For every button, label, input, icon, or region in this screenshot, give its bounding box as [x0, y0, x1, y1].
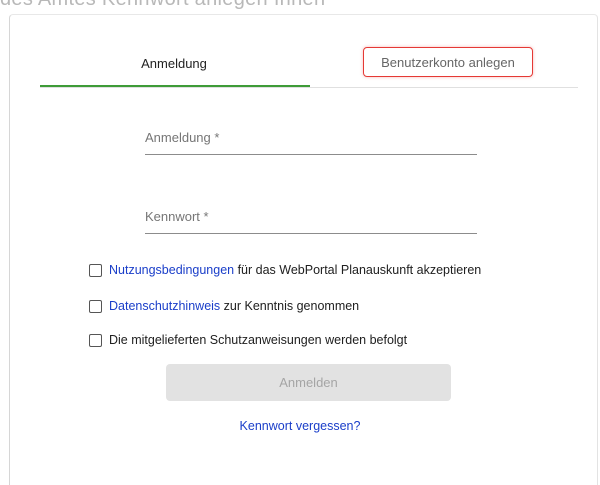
password-input[interactable]: [145, 204, 481, 232]
terms-link[interactable]: Nutzungsbedingungen: [109, 263, 234, 277]
cropped-header-text: des Amtes Kennwort anlegen Ihnen: [0, 0, 600, 11]
tab-create-account[interactable]: Benutzerkonto anlegen: [363, 47, 533, 77]
privacy-link[interactable]: Datenschutzhinweis: [109, 299, 220, 313]
password-field-underline: [145, 233, 477, 234]
privacy-text: zur Kenntnis genommen: [220, 299, 360, 313]
login-input[interactable]: [145, 125, 481, 153]
privacy-checkbox[interactable]: [89, 299, 102, 313]
terms-text: für das WebPortal Planauskunft akzeptier…: [234, 263, 482, 277]
login-field[interactable]: Anmeldung *: [145, 115, 481, 155]
terms-checkbox[interactable]: [89, 263, 102, 277]
forgot-password-link[interactable]: Kennwort vergessen?: [0, 419, 600, 433]
privacy-checkbox-row: Datenschutzhinweis zur Kenntnis genommen: [89, 299, 359, 313]
password-field[interactable]: Kennwort *: [145, 194, 481, 234]
safety-text: Die mitgelieferten Schutzanweisungen wer…: [109, 333, 408, 347]
tab-login[interactable]: Anmeldung: [40, 40, 310, 87]
safety-checkbox[interactable]: [89, 333, 102, 347]
login-field-underline: [145, 154, 477, 155]
safety-checkbox-row: Die mitgelieferten Schutzanweisungen wer…: [89, 333, 407, 347]
login-button[interactable]: Anmelden: [166, 364, 451, 401]
tab-bar: Anmeldung Benutzerkonto anlegen: [40, 40, 578, 88]
terms-checkbox-row: Nutzungsbedingungen für das WebPortal Pl…: [89, 263, 481, 277]
